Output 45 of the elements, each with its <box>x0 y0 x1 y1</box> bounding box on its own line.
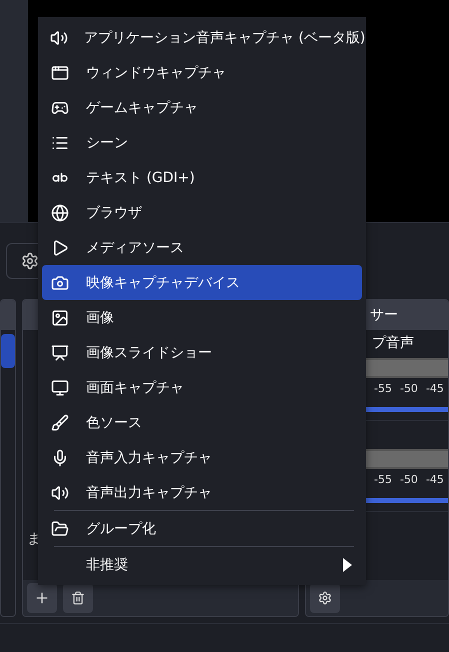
trash-icon <box>71 591 85 605</box>
microphone-icon <box>51 448 69 466</box>
monitor-icon <box>51 378 69 396</box>
menu-item[interactable]: 画像スライドショー <box>42 335 362 370</box>
menu-item[interactable]: シーン <box>42 125 362 160</box>
menu-item[interactable]: テキスト (GDI+) <box>42 160 362 195</box>
speaker-icon <box>51 484 69 502</box>
tick-label: -45 <box>426 382 444 395</box>
tick-label: -55 <box>374 382 392 395</box>
menu-item[interactable]: 画面キャプチャ <box>42 370 362 405</box>
menu-item[interactable]: メディアソース <box>42 230 362 265</box>
brush-icon <box>51 414 69 432</box>
tick-label: -50 <box>400 473 418 486</box>
remove-button[interactable] <box>63 583 93 613</box>
settings-icon <box>21 252 39 270</box>
settings-icon <box>318 591 332 605</box>
window-icon <box>51 64 69 82</box>
panel-title: サー <box>370 306 398 324</box>
menu-item[interactable]: 色ソース <box>42 405 362 440</box>
menu-item[interactable]: ウィンドウキャプチャ <box>42 55 362 90</box>
image-icon <box>51 308 69 326</box>
plus-icon <box>34 590 50 606</box>
submenu-item[interactable]: 非推奨 <box>42 547 362 582</box>
tick-label: -50 <box>400 382 418 395</box>
menu-item[interactable]: 音声出力キャプチャ <box>42 475 362 510</box>
play-icon <box>51 238 69 256</box>
menu-item[interactable]: ブラウザ <box>42 195 362 230</box>
submenu-arrow-icon <box>343 558 352 572</box>
menu-item[interactable]: 映像キャプチャデバイス <box>42 265 362 300</box>
tick-label: -45 <box>426 473 444 486</box>
globe-icon <box>51 204 69 222</box>
speaker-icon <box>50 28 68 46</box>
menu-item[interactable]: アプリケーション音声キャプチャ (ベータ版) <box>42 20 362 55</box>
menu-item[interactable]: 画像 <box>42 300 362 335</box>
add-button[interactable] <box>27 583 57 613</box>
channel-name: プ音声 <box>372 334 415 353</box>
menu-item[interactable]: 音声入力キャプチャ <box>42 440 362 475</box>
folder-icon <box>51 520 69 538</box>
camera-icon <box>51 274 69 292</box>
settings-button[interactable] <box>310 583 340 613</box>
empty-hint: ま <box>27 530 41 548</box>
menu-item[interactable]: ゲームキャプチャ <box>42 90 362 125</box>
slideshow-icon <box>51 344 69 362</box>
menu-item[interactable]: グループ化 <box>42 511 362 546</box>
tick-label: -55 <box>374 473 392 486</box>
